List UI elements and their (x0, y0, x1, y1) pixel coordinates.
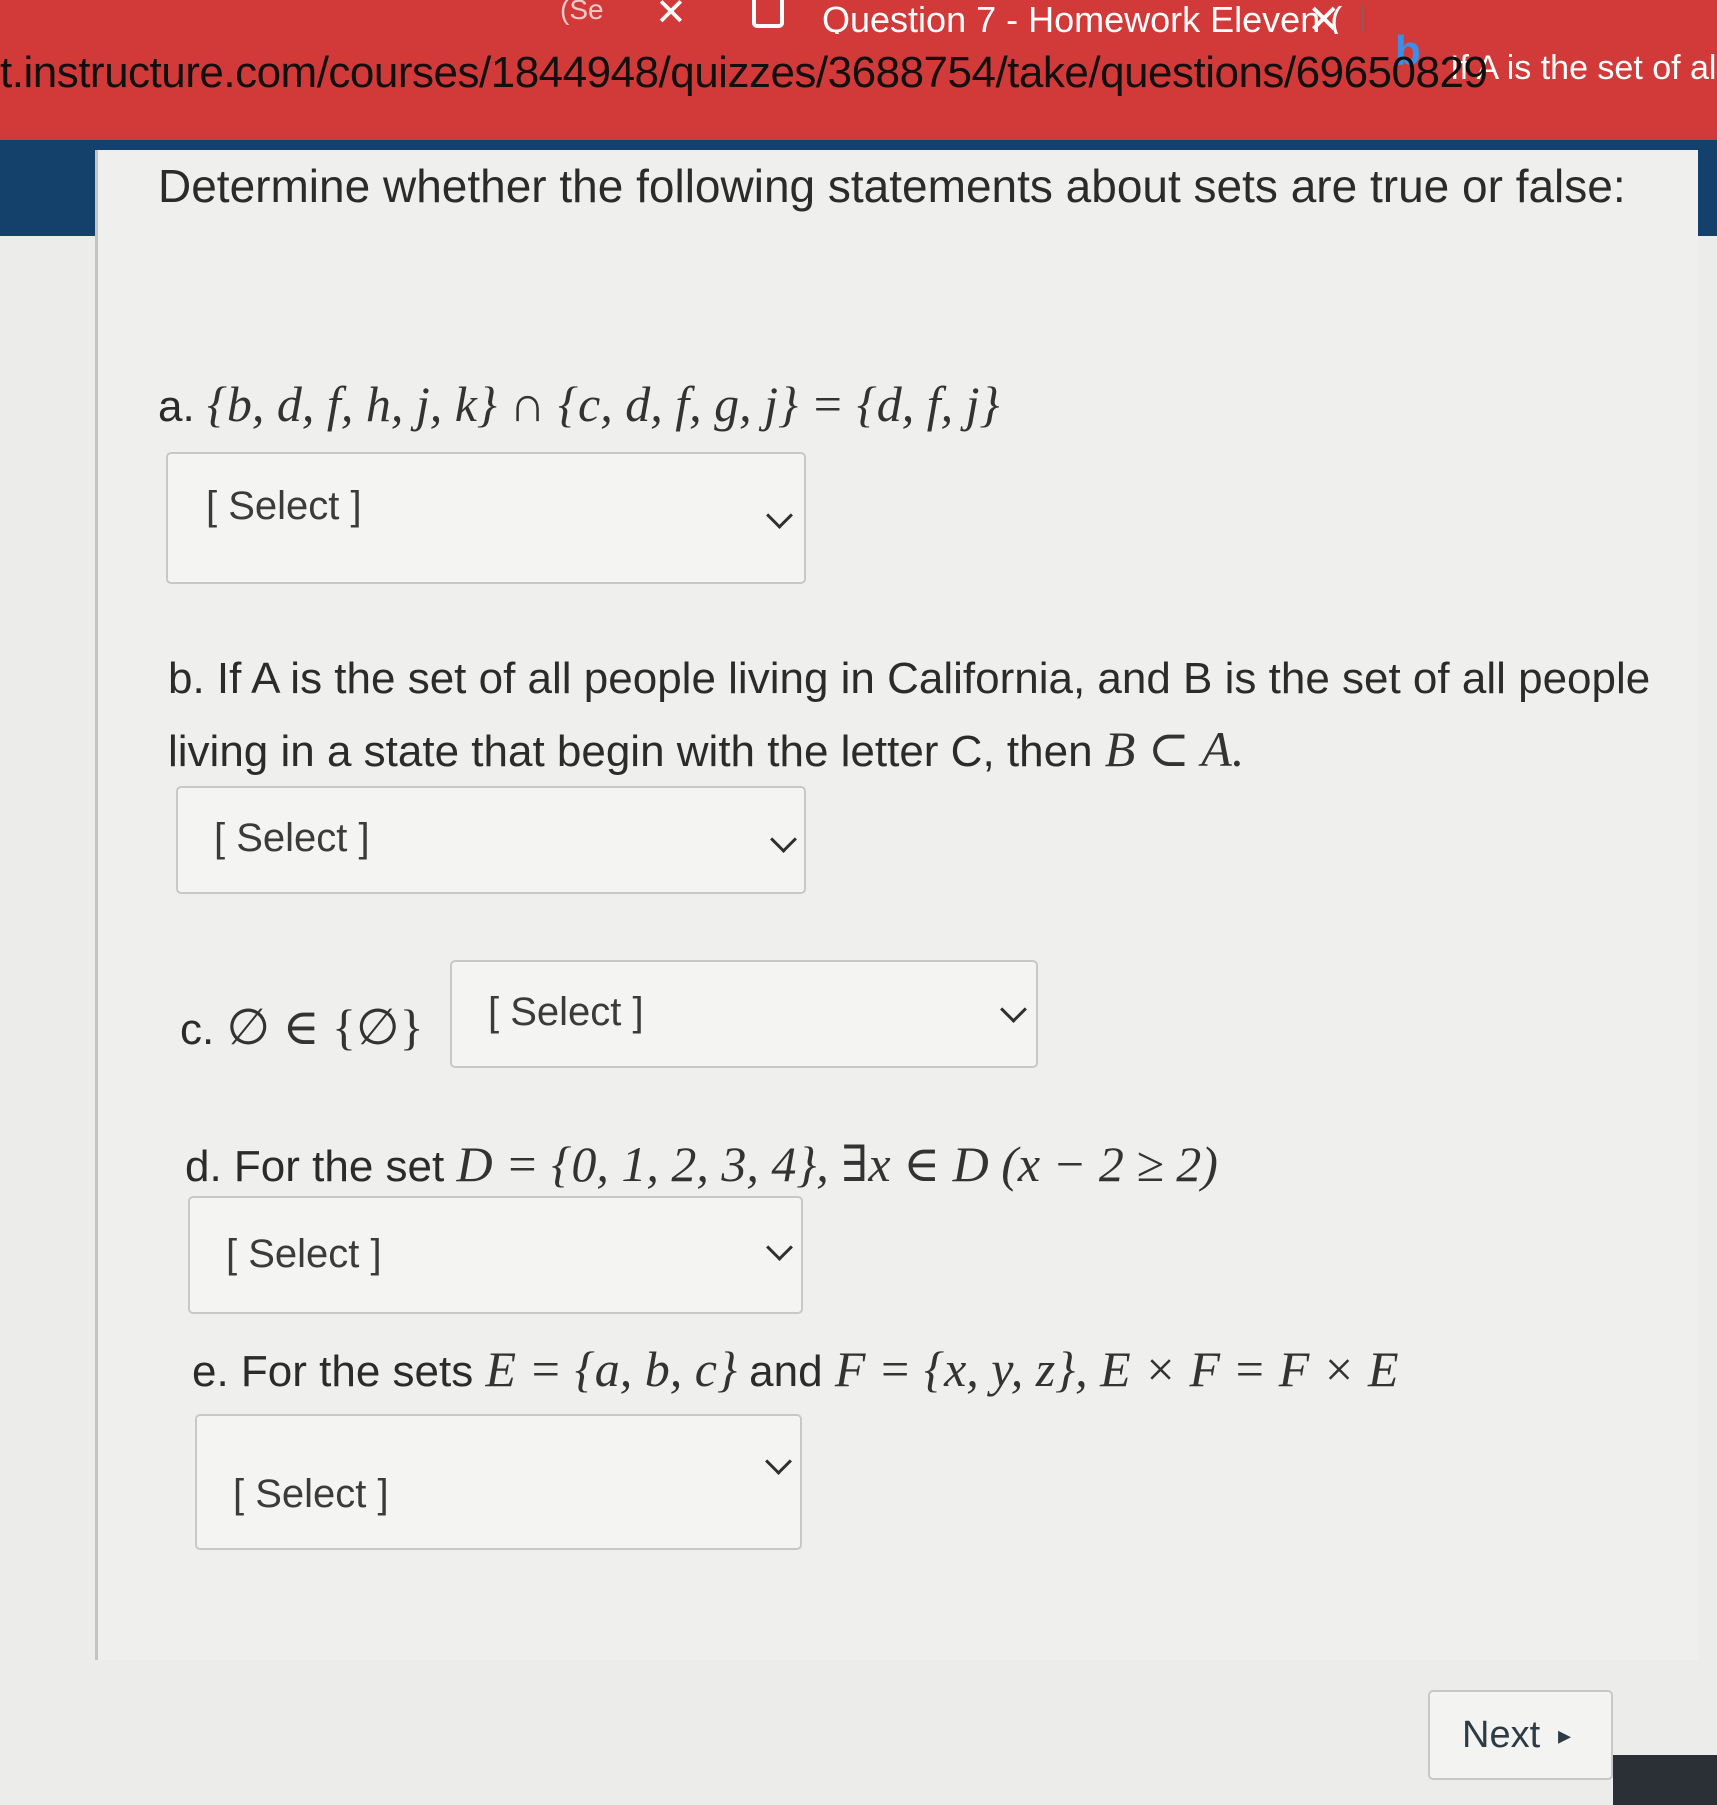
document-icon (752, 0, 784, 28)
question-e-text: e. For the sets (192, 1347, 486, 1396)
triangle-right-icon: ▸ (1558, 1720, 1572, 1750)
question-b-math: B ⊂ A. (1104, 721, 1245, 777)
question-c-select[interactable]: [ Select ] (450, 960, 1038, 1068)
chevron-down-icon (766, 1234, 793, 1261)
question-e: e. For the sets E = {a, b, c} and F = {x… (192, 1340, 1399, 1401)
question-b-line-1: b. If A is the set of all people living … (168, 654, 1651, 703)
question-e-select-label: [ Select ] (233, 1472, 389, 1516)
next-button-label: Next (1462, 1714, 1541, 1756)
question-e-select[interactable]: [ Select ] (195, 1414, 802, 1550)
next-button[interactable]: Next ▸ (1428, 1690, 1613, 1780)
chevron-down-icon (765, 1448, 792, 1475)
question-e-math-2: F = {x, y, z}, E × F = F × E (834, 1341, 1399, 1397)
tab-divider (1362, 4, 1364, 32)
question-prompt: Determine whether the following statemen… (158, 160, 1626, 212)
question-a-math: {b, d, f, h, j, k} ∩ {c, d, f, g, j} = {… (206, 376, 1000, 432)
chevron-down-icon (1000, 996, 1027, 1023)
tab-previous-label: (Se (560, 0, 604, 25)
question-d-select-label: [ Select ] (226, 1232, 382, 1276)
tab-next[interactable] (1370, 0, 1717, 34)
question-c-math: ∅ ∈ {∅} (226, 999, 424, 1055)
question-e-joiner: and (736, 1347, 835, 1396)
chevron-down-icon (770, 826, 797, 853)
question-d-math: D = {0, 1, 2, 3, 4}, ∃x ∈ D (x − 2 ≥ 2) (456, 1136, 1218, 1192)
question-b-text: living in a state that begin with the le… (168, 727, 1105, 776)
tab-next-title: If A is the set of all pe (1450, 49, 1717, 87)
question-d-select[interactable]: [ Select ] (188, 1196, 803, 1314)
chevron-down-icon (766, 502, 793, 529)
tab-active-title: Question 7 - Homework Eleven ( (822, 0, 1343, 40)
question-d: d. For the set D = {0, 1, 2, 3, 4}, ∃x ∈… (185, 1135, 1218, 1196)
question-e-math-1: E = {a, b, c} (485, 1341, 737, 1397)
question-a-label: a. (158, 382, 195, 431)
question-b-select-label: [ Select ] (214, 816, 370, 860)
question-a: a. {b, d, f, h, j, k} ∩ {c, d, f, g, j} … (158, 375, 1000, 436)
tab-previous[interactable]: (Se ✕ (0, 0, 745, 34)
question-c-select-label: [ Select ] (488, 990, 644, 1034)
question-b-line-2: living in a state that begin with the le… (168, 720, 1244, 781)
question-b-select[interactable]: [ Select ] (176, 786, 806, 894)
url-text[interactable]: t.instructure.com/courses/1844948/quizze… (0, 48, 1488, 98)
question-c-label: c. (180, 1005, 215, 1054)
tab-previous-close-icon[interactable]: ✕ (655, 0, 687, 32)
question-a-select-label: [ Select ] (206, 484, 362, 528)
question-d-text: d. For the set (185, 1142, 457, 1191)
screen-edge (1613, 1755, 1717, 1805)
question-c: c. ∅ ∈ {∅} (180, 998, 424, 1059)
question-a-select[interactable]: [ Select ] (166, 452, 806, 584)
